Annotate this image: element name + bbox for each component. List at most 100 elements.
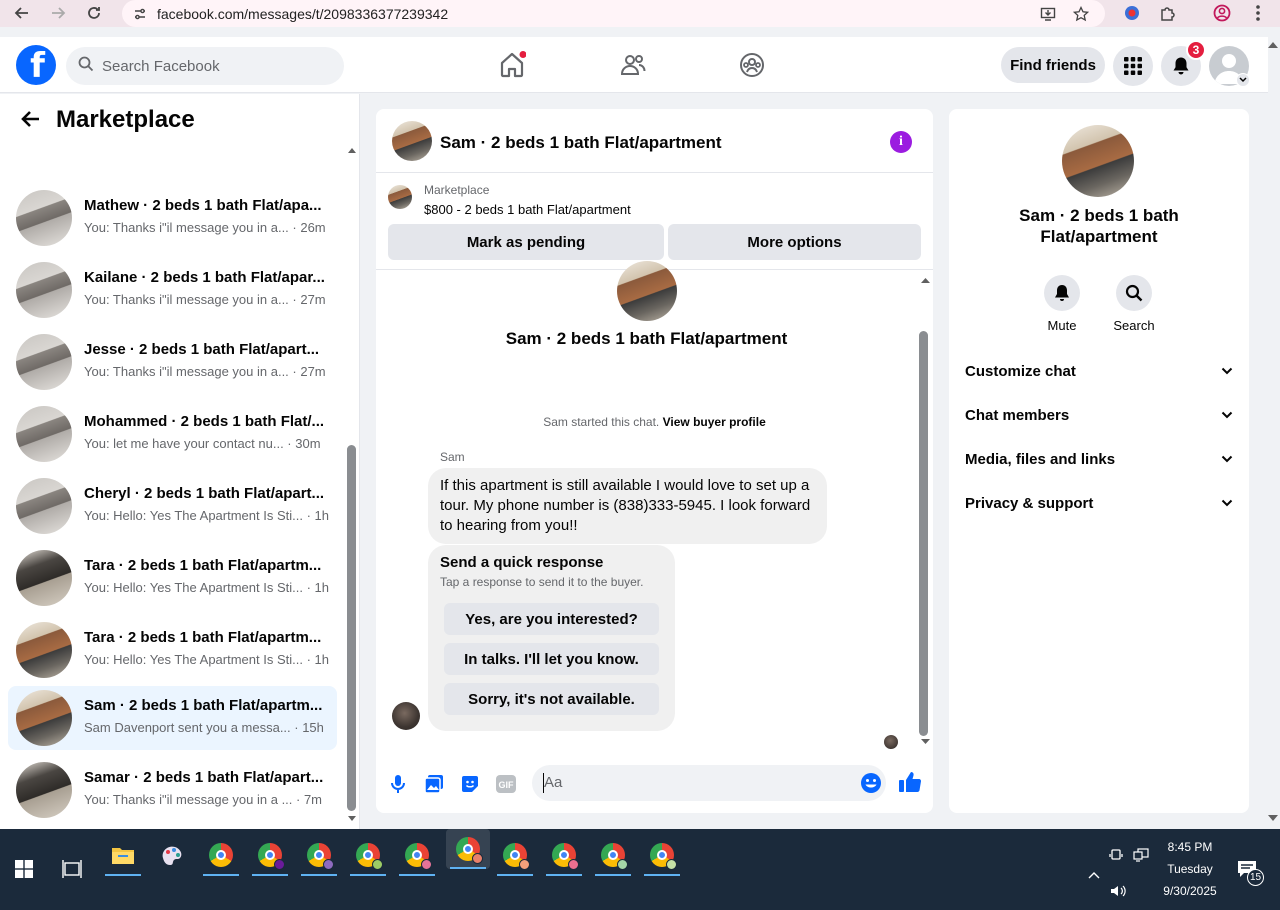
back-arrow-icon[interactable]	[20, 108, 40, 134]
chrome-logo	[307, 843, 334, 870]
message-area: Sam · 2 beds 1 bath Flat/apartment Sam s…	[376, 261, 933, 751]
browser-menu-icon[interactable]	[1248, 3, 1268, 23]
photo-icon[interactable]	[422, 772, 446, 796]
chrome-profile-icon[interactable]	[642, 837, 682, 876]
page-scroll-down-icon[interactable]	[1268, 815, 1278, 823]
install-app-icon[interactable]	[1038, 4, 1058, 24]
mark-as-pending-button[interactable]: Mark as pending	[388, 224, 664, 260]
sender-avatar[interactable]	[392, 702, 420, 730]
chat-started-note: Sam started this chat. View buyer profil…	[376, 415, 933, 429]
listing-thumbnail	[16, 190, 72, 246]
sticker-icon[interactable]	[458, 772, 482, 796]
home-icon[interactable]	[498, 51, 526, 79]
customize-chat-section[interactable]: Customize chat	[965, 351, 1233, 391]
search-field[interactable]: Search Facebook	[66, 47, 344, 85]
search-conversation-button[interactable]: Search	[1104, 275, 1164, 333]
conversation-item[interactable]: Cheryl · 2 beds 1 bath Flat/apart... You:…	[8, 474, 337, 538]
chat-details-panel: Sam · 2 beds 1 bath Flat/apartment Mute …	[949, 109, 1249, 813]
windows-start-icon[interactable]	[4, 851, 44, 887]
bookmark-star-icon[interactable]	[1071, 4, 1091, 24]
friends-icon[interactable]	[619, 51, 647, 79]
menu-grid-icon[interactable]	[1113, 46, 1153, 86]
chat-thumbnail[interactable]	[392, 121, 432, 161]
find-friends-button[interactable]: Find friends	[1001, 47, 1105, 83]
listing-thumbnail	[16, 762, 72, 818]
quick-response-in-talks-button[interactable]: In talks. I'll let you know.	[444, 643, 659, 675]
conversation-item[interactable]: Mathew · 2 beds 1 bath Flat/apa... You: T…	[8, 186, 337, 250]
chrome-profile-icon[interactable]	[397, 837, 437, 876]
clock-date[interactable]: 9/30/2025	[1150, 884, 1230, 898]
listing-thumbnail[interactable]	[388, 185, 412, 209]
clock-time[interactable]: 8:45 PM	[1150, 840, 1230, 854]
chrome-profile-icon[interactable]	[593, 837, 633, 876]
thumbs-up-icon[interactable]	[898, 770, 922, 794]
site-settings-icon[interactable]	[130, 4, 150, 24]
quick-response-yes-button[interactable]: Yes, are you interested?	[444, 603, 659, 635]
chrome-icon[interactable]	[201, 837, 241, 876]
account-chevron-down-icon[interactable]	[1236, 73, 1250, 87]
conversation-item[interactable]: Jesse · 2 beds 1 bath Flat/apart... You: …	[8, 330, 337, 394]
facebook-logo[interactable]: f	[16, 45, 56, 85]
running-indicator	[450, 867, 486, 869]
more-options-button[interactable]: More options	[668, 224, 921, 260]
chrome-profile-icon[interactable]	[495, 837, 535, 876]
chrome-profile-icon[interactable]	[544, 837, 584, 876]
reload-icon[interactable]	[82, 1, 106, 25]
conversation-item[interactable]: Samar · 2 beds 1 bath Flat/apart... You: …	[8, 758, 337, 822]
conversation-preview: You: Thanks i"il message you in a ... · …	[84, 792, 323, 807]
chrome-profile-icon[interactable]	[250, 837, 290, 876]
address-bar[interactable]: facebook.com/messages/t/2098336377239342	[122, 0, 1105, 27]
task-view-icon[interactable]	[52, 851, 92, 887]
message-input[interactable]: Aa	[532, 765, 886, 801]
conversation-item[interactable]: Mohammed · 2 beds 1 bath Flat/... You: le…	[8, 402, 337, 466]
search-label: Search	[1113, 318, 1155, 333]
profile-icon[interactable]	[1212, 3, 1232, 23]
seen-indicator-avatar	[884, 735, 898, 749]
back-arrow-icon[interactable]	[10, 1, 34, 25]
extension-icon[interactable]	[1122, 3, 1142, 23]
volume-icon[interactable]	[1103, 873, 1133, 909]
action-center-icon[interactable]: 15	[1230, 851, 1264, 887]
media-files-links-section[interactable]: Media, files and links	[965, 439, 1233, 479]
listing-title[interactable]: $800 - 2 beds 1 bath Flat/apartment	[424, 202, 631, 217]
mute-bell-icon[interactable]	[1044, 275, 1080, 311]
mute-button[interactable]: Mute	[1032, 275, 1092, 333]
chrome-logo	[650, 843, 677, 870]
listing-thumbnail	[16, 622, 72, 678]
conversation-name: Mathew · 2 beds 1 bath Flat/apa...	[84, 197, 322, 214]
puzzle-extensions-icon[interactable]	[1158, 3, 1178, 23]
chat-members-section[interactable]: Chat members	[965, 395, 1233, 435]
info-icon[interactable]: i	[890, 131, 912, 153]
chrome-profile-icon[interactable]	[299, 837, 339, 876]
conversation-preview: You: Hello: Yes The Apartment Is Sti... …	[84, 652, 329, 667]
paint-app-icon[interactable]	[152, 837, 192, 873]
groups-icon[interactable]	[738, 51, 766, 79]
file-explorer-icon[interactable]	[103, 837, 143, 876]
listing-avatar[interactable]	[1062, 125, 1134, 197]
conversation-preview: You: Hello: Yes The Apartment Is Sti... …	[84, 580, 329, 595]
privacy-support-section[interactable]: Privacy & support	[965, 483, 1233, 523]
scrollbar-thumb[interactable]	[347, 445, 356, 811]
conversation-item[interactable]: Kailane · 2 beds 1 bath Flat/apar... You:…	[8, 258, 337, 322]
section-label: Privacy & support	[965, 494, 1094, 512]
running-indicator	[497, 874, 533, 876]
conversation-item[interactable]: Tara · 2 beds 1 bath Flat/apartm... You: …	[8, 618, 337, 682]
chrome-profile-icon[interactable]	[446, 829, 490, 869]
search-icon[interactable]	[1116, 275, 1152, 311]
forward-arrow-icon[interactable]	[46, 1, 70, 25]
conversation-item[interactable]: Tara · 2 beds 1 bath Flat/apartm... You: …	[8, 546, 337, 610]
clock-day[interactable]: Tuesday	[1150, 862, 1230, 876]
conversation-item[interactable]: Sam · 2 beds 1 bath Flat/apartm... Sam Da…	[8, 686, 337, 750]
page-scroll-up-icon[interactable]	[1268, 40, 1278, 48]
view-buyer-profile-link[interactable]: View buyer profile	[663, 415, 766, 429]
listing-thumbnail	[16, 690, 72, 746]
microphone-icon[interactable]	[386, 772, 410, 796]
gif-icon[interactable]: GIF	[494, 772, 518, 796]
conversation-name: Sam · 2 beds 1 bath Flat/apartm...	[84, 697, 323, 714]
emoji-icon[interactable]	[860, 772, 882, 799]
chat-scrollbar-thumb[interactable]	[919, 331, 928, 736]
quick-response-not-available-button[interactable]: Sorry, it's not available.	[444, 683, 659, 715]
conversation-preview: You: Hello: Yes The Apartment Is Sti... …	[84, 508, 329, 523]
chrome-profile-icon[interactable]	[348, 837, 388, 876]
chat-title[interactable]: Sam · 2 beds 1 bath Flat/apartment	[440, 133, 722, 153]
